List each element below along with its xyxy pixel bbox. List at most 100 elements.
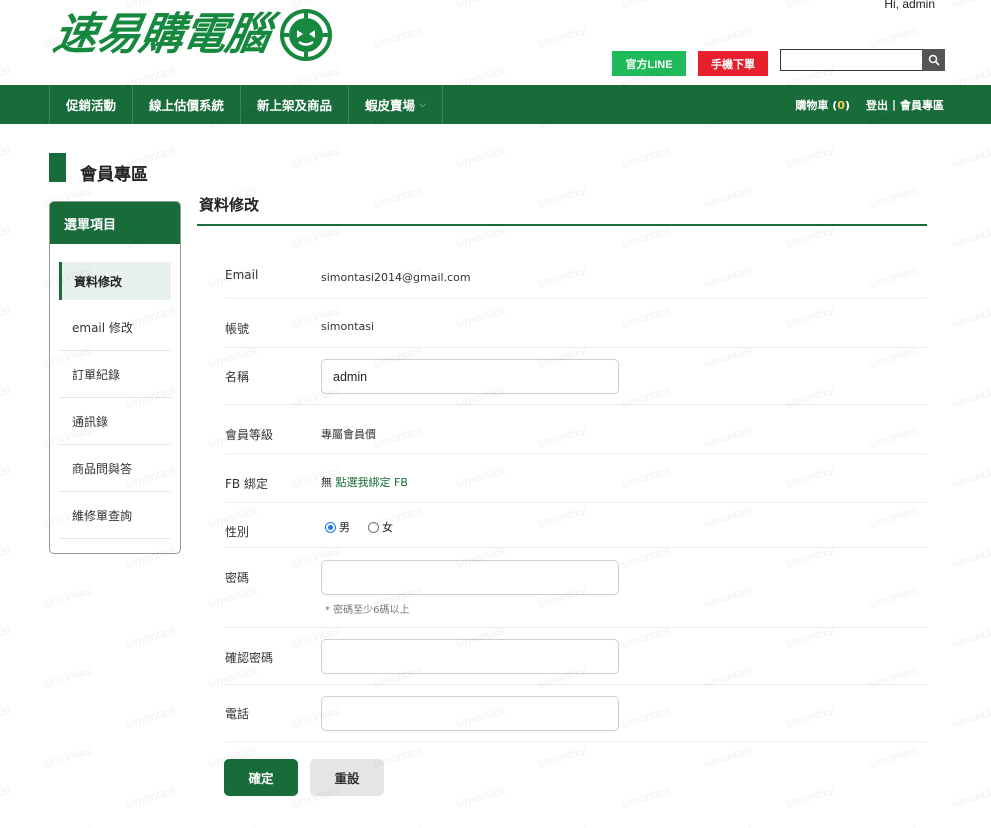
watermark-text: simontasi bbox=[454, 142, 507, 172]
watermark-text: simontasi bbox=[0, 382, 12, 412]
watermark-text: simontasi bbox=[866, 823, 919, 828]
confirm-password-input[interactable] bbox=[321, 639, 619, 674]
watermark-text: simontasi bbox=[949, 542, 991, 572]
email-row: Email simontasi2014@gmail.com bbox=[225, 250, 927, 299]
watermark-text: simontasi bbox=[949, 462, 991, 492]
watermark-text: simontasi bbox=[784, 782, 837, 812]
watermark-text: simontasi bbox=[41, 662, 94, 692]
watermark-text: simontasi bbox=[0, 302, 12, 332]
reset-button[interactable]: 重設 bbox=[310, 759, 384, 796]
nav-separator: | bbox=[891, 98, 896, 111]
confirm-password-label: 確認密碼 bbox=[225, 651, 274, 665]
watermark-text: simontasi bbox=[949, 782, 991, 812]
watermark-text: simontasi bbox=[866, 742, 919, 772]
account-value: simontasi bbox=[321, 320, 375, 333]
watermark-text: simontasi bbox=[289, 222, 342, 252]
nav-item-label: 促銷活動 bbox=[66, 98, 117, 113]
fb-binding-row: FB 綁定 無 點選我綁定 FB bbox=[225, 454, 927, 503]
member-sidebar: 選單項目 資料修改 email 修改 訂單紀錄 通訊錄 商品問與答 維修單查詢 bbox=[49, 201, 181, 554]
watermark-text: simontasi bbox=[619, 0, 672, 11]
watermark-text: simontasi bbox=[124, 702, 177, 732]
search-button[interactable] bbox=[922, 49, 945, 71]
page-title-marker bbox=[49, 153, 66, 182]
logo-badge-icon bbox=[280, 9, 332, 61]
nav-item-new-products[interactable]: 新上架及商品 bbox=[240, 85, 348, 124]
watermark-text: simontasi bbox=[866, 22, 919, 52]
search-input[interactable] bbox=[780, 49, 923, 71]
nav-item-label: 新上架及商品 bbox=[257, 98, 333, 113]
watermark-text: simontasi bbox=[619, 142, 672, 172]
watermark-text: simontasi bbox=[701, 182, 754, 212]
mobile-order-button[interactable]: 手機下單 bbox=[698, 51, 768, 76]
confirm-password-row: 確認密碼 bbox=[225, 628, 927, 685]
site-logo[interactable]: 速易購電腦 bbox=[50, 5, 333, 65]
sidebar-item-orders[interactable]: 訂單紀錄 bbox=[59, 351, 171, 398]
watermark-text: simontasi bbox=[289, 142, 342, 172]
cart-count-badge: 0 bbox=[837, 98, 845, 112]
watermark-text: simontasi bbox=[371, 22, 424, 52]
page-title: 會員專區 bbox=[80, 165, 148, 185]
sidebar-list: 資料修改 email 修改 訂單紀錄 通訊錄 商品問與答 維修單查詢 bbox=[50, 244, 180, 539]
watermark-text: simontasi bbox=[124, 622, 177, 652]
watermark-text: simontasi bbox=[0, 142, 12, 172]
email-label: Email bbox=[225, 268, 259, 282]
member-area-link[interactable]: 會員專區 bbox=[900, 97, 944, 113]
chevron-down-icon: ⌵ bbox=[419, 99, 426, 110]
watermark-text: simontasi bbox=[371, 823, 424, 828]
watermark-text: simontasi bbox=[41, 823, 94, 828]
sidebar-item-email-edit[interactable]: email 修改 bbox=[59, 304, 171, 351]
watermark-text: simontasi bbox=[949, 0, 991, 11]
watermark-text: simontasi bbox=[949, 302, 991, 332]
watermark-text: simontasi bbox=[949, 622, 991, 652]
password-input[interactable] bbox=[321, 560, 619, 595]
gender-male-label: 男 bbox=[339, 521, 350, 534]
watermark-text: simontasi bbox=[536, 22, 589, 52]
watermark-text: simontasi bbox=[371, 182, 424, 212]
watermark-text: simontasi bbox=[0, 542, 12, 572]
watermark-text: simontasi bbox=[0, 0, 12, 11]
logout-link[interactable]: 登出 bbox=[866, 97, 888, 113]
name-label: 名稱 bbox=[225, 370, 250, 384]
watermark-text: simontasi bbox=[784, 142, 837, 172]
nav-item-online-quote[interactable]: 線上估價系統 bbox=[132, 85, 240, 124]
sidebar-item-product-qa[interactable]: 商品問與答 bbox=[59, 445, 171, 492]
nav-item-label: 線上估價系統 bbox=[149, 98, 225, 113]
cart-link[interactable]: 購物車 (0) bbox=[795, 97, 850, 113]
sidebar-item-repair-lookup[interactable]: 維修單查詢 bbox=[59, 492, 171, 539]
phone-row: 電話 bbox=[225, 685, 927, 742]
password-label: 密碼 bbox=[225, 571, 250, 585]
gender-male-option[interactable]: 男 bbox=[325, 519, 350, 535]
gender-row: 性別 男 女 bbox=[225, 503, 927, 548]
watermark-text: simontasi bbox=[949, 222, 991, 252]
line-button[interactable]: 官方LINE bbox=[612, 51, 686, 76]
sidebar-item-address-book[interactable]: 通訊錄 bbox=[59, 398, 171, 445]
cart-label: 購物車 bbox=[795, 98, 829, 112]
watermark-text: simontasi bbox=[206, 823, 259, 828]
phone-input[interactable] bbox=[321, 696, 619, 731]
nav-item-promotions[interactable]: 促銷活動 bbox=[49, 85, 132, 124]
gender-female-radio[interactable] bbox=[368, 521, 379, 533]
gender-female-option[interactable]: 女 bbox=[368, 519, 393, 535]
name-input[interactable] bbox=[321, 359, 619, 394]
watermark-text: simontasi bbox=[0, 702, 12, 732]
fb-binding-label: FB 綁定 bbox=[225, 477, 268, 491]
watermark-text: simontasi bbox=[784, 0, 837, 11]
watermark-text: simontasi bbox=[784, 222, 837, 252]
gender-male-radio[interactable] bbox=[325, 521, 336, 533]
watermark-text: simontasi bbox=[454, 0, 507, 11]
search-icon bbox=[928, 54, 940, 66]
confirm-button[interactable]: 確定 bbox=[224, 759, 298, 796]
phone-label: 電話 bbox=[225, 707, 250, 721]
sidebar-item-profile-edit[interactable]: 資料修改 bbox=[59, 262, 171, 300]
nav-menu: 促銷活動 線上估價系統 新上架及商品 蝦皮賣場 ⌵ bbox=[49, 85, 443, 124]
greeting-text: Hi, admin bbox=[884, 0, 935, 11]
watermark-text: simontasi bbox=[701, 823, 754, 828]
email-value: simontasi2014@gmail.com bbox=[321, 271, 471, 284]
watermark-text: simontasi bbox=[536, 742, 589, 772]
logo-text: 速易購電腦 bbox=[49, 9, 274, 60]
name-row: 名稱 bbox=[225, 348, 927, 405]
gender-options: 男 女 bbox=[325, 519, 393, 535]
fb-bind-link[interactable]: 點選我綁定 FB bbox=[336, 476, 408, 489]
nav-item-shopee-store[interactable]: 蝦皮賣場 ⌵ bbox=[348, 85, 443, 124]
watermark-text: simontasi bbox=[41, 742, 94, 772]
